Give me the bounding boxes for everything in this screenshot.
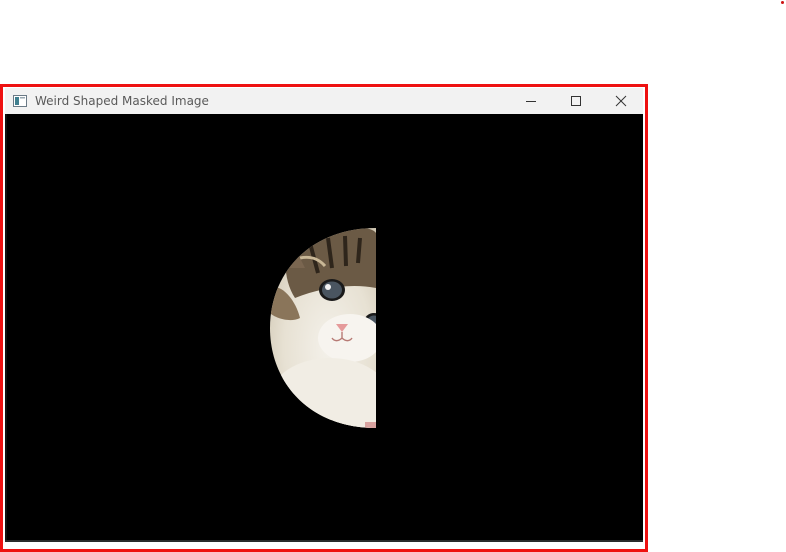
- app-window: Weird Shaped Masked Image: [5, 88, 643, 542]
- kitten-photo: [270, 228, 376, 428]
- maximize-icon: [570, 96, 581, 106]
- canvas-area: [5, 114, 643, 542]
- minimize-icon: [525, 101, 536, 102]
- close-icon: [615, 95, 626, 107]
- close-button[interactable]: [598, 88, 643, 114]
- title-bar[interactable]: Weird Shaped Masked Image: [5, 88, 643, 114]
- screen: Weird Shaped Masked Image: [0, 0, 786, 552]
- marker-dot: [781, 1, 784, 4]
- window-title: Weird Shaped Masked Image: [35, 94, 209, 108]
- caption-buttons: [508, 88, 643, 114]
- minimize-button[interactable]: [508, 88, 553, 114]
- app-icon: [13, 95, 27, 107]
- masked-kitten-image: [270, 228, 376, 428]
- content-edge: [5, 114, 7, 542]
- maximize-button[interactable]: [553, 88, 598, 114]
- window-bottom-edge: [5, 540, 643, 542]
